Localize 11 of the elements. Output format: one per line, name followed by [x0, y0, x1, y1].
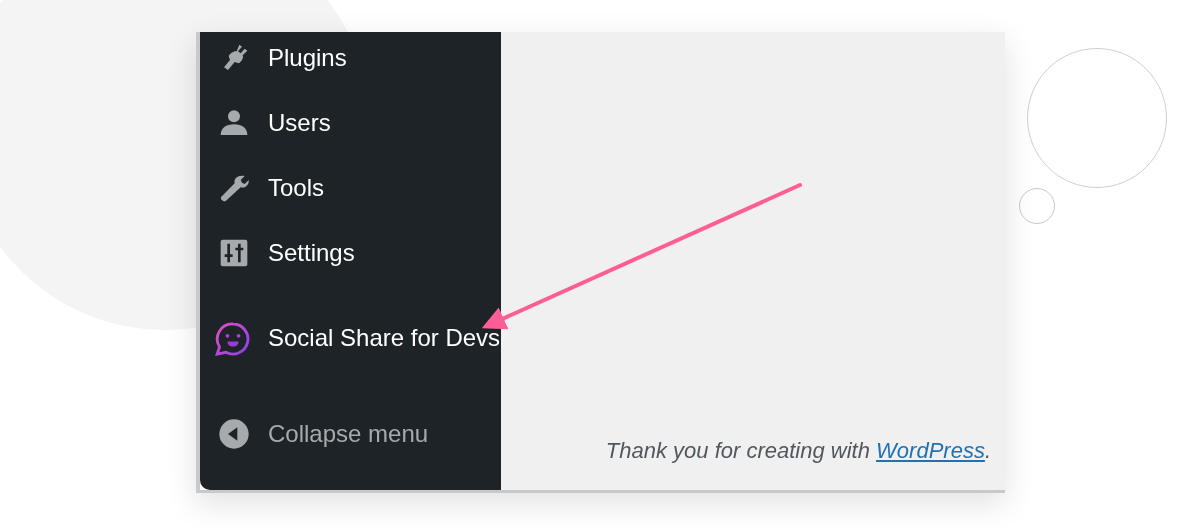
menu-item[interactable]: Tools [200, 170, 501, 235]
footer-text: Thank you for creating with WordPress. [605, 438, 991, 464]
menu-item[interactable]: Plugins [200, 40, 501, 105]
menu-item[interactable]: Settings [200, 235, 501, 300]
chat-bubble-icon [214, 320, 252, 358]
sliders-icon [218, 237, 250, 269]
wordpress-link[interactable]: WordPress [876, 438, 985, 463]
left-arrow-circle-icon [218, 418, 250, 450]
collapse-menu-button[interactable]: Collapse menu [200, 416, 501, 481]
menu-item[interactable]: Users [200, 105, 501, 170]
menu-item[interactable]: Social Share for Devs [200, 320, 501, 416]
